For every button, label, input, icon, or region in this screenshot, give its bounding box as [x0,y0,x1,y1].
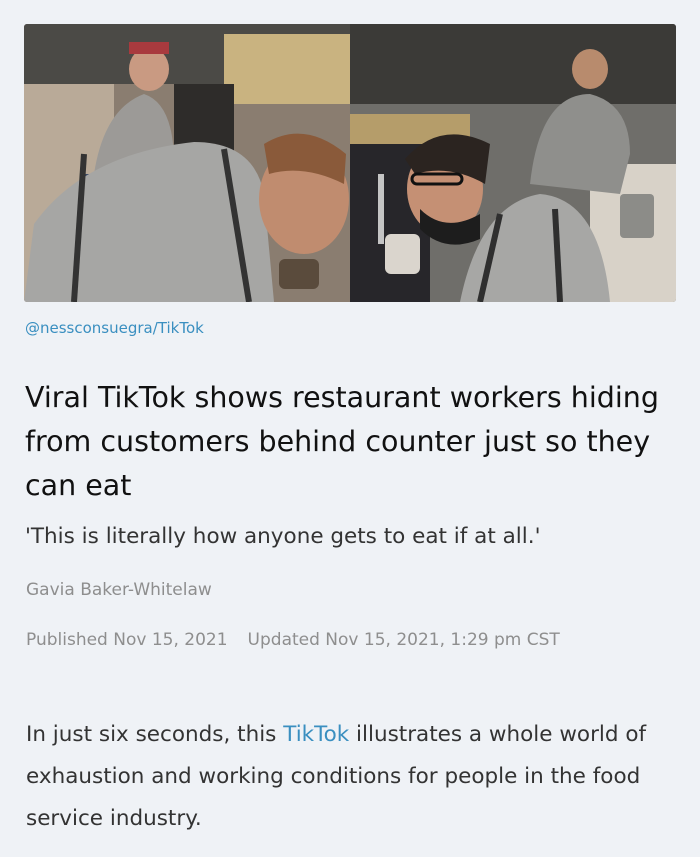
updated-date: Updated Nov 15, 2021, 1:29 pm CST [247,630,560,650]
hero-photo-left [24,24,350,302]
hero-image [24,24,676,302]
article-dates: Published Nov 15, 2021 Updated Nov 15, 20… [26,624,666,656]
tiktok-link[interactable]: TikTok [283,722,349,747]
article-subheadline: 'This is literally how anyone gets to ea… [25,524,541,549]
hero-photo-right [350,24,676,302]
published-date: Published Nov 15, 2021 [26,630,228,650]
photo-credit-link[interactable]: @nessconsuegra/TikTok [25,319,204,337]
author-name[interactable]: Gavia Baker-Whitelaw [26,580,212,600]
body-text-start: In just six seconds, this [26,722,284,747]
article-body-paragraph: In just six seconds, this TikTok illustr… [26,714,666,840]
article-headline: Viral TikTok shows restaurant workers hi… [25,381,659,502]
